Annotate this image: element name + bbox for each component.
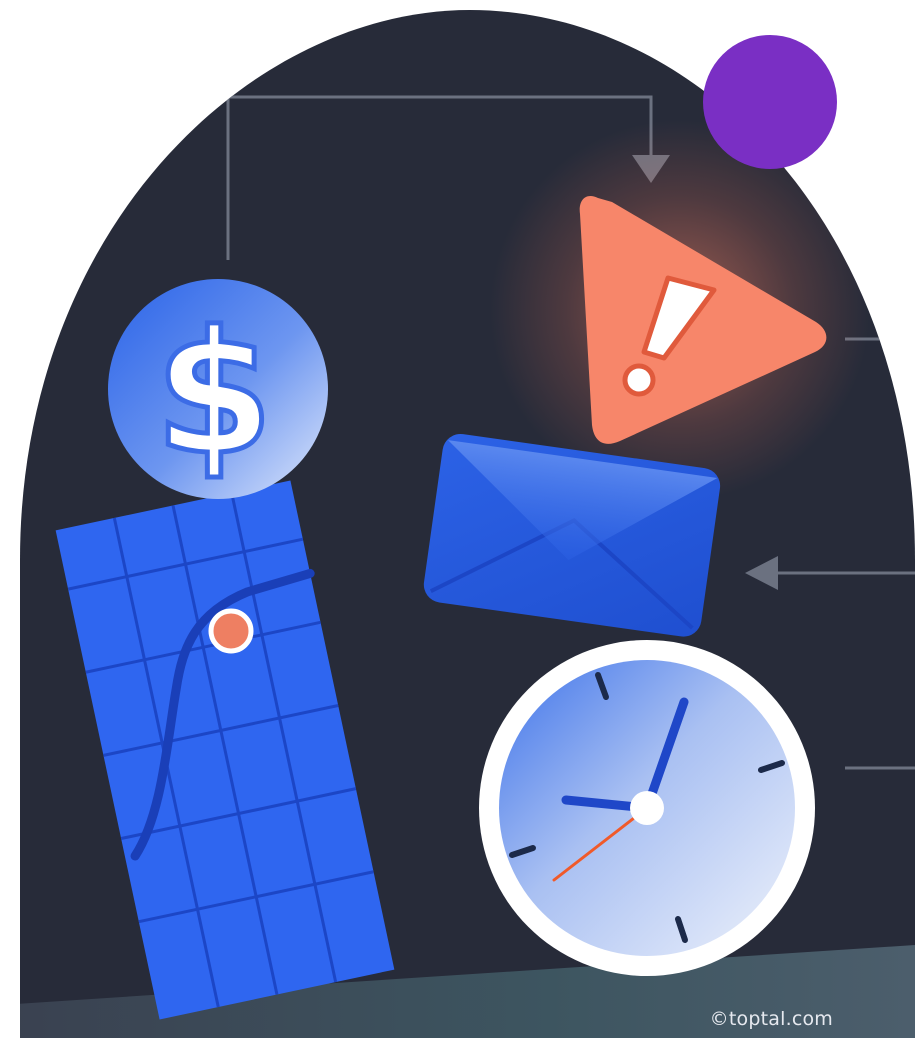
- chart-point-icon: [208, 608, 254, 654]
- purple-dot: [703, 35, 837, 169]
- illustration-canvas: $ ©toptal.com: [0, 0, 915, 1038]
- svg-text:$: $: [155, 295, 273, 493]
- clock-icon: [479, 640, 815, 976]
- dollar-coin-icon: $: [108, 279, 328, 499]
- illustration: $: [20, 10, 915, 1038]
- credit-text: ©toptal.com: [709, 1008, 833, 1030]
